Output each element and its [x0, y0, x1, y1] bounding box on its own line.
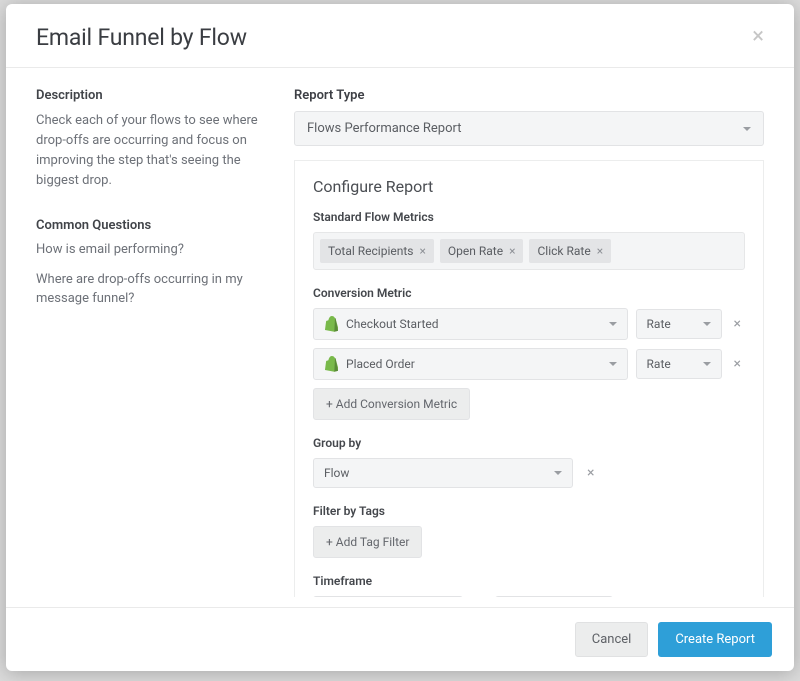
metric-tag: Open Rate × — [440, 239, 524, 263]
shopify-icon — [324, 356, 338, 372]
timeframe-label: Timeframe — [313, 574, 745, 588]
chevron-down-icon — [609, 362, 617, 366]
conversion-type-value: Rate — [647, 357, 671, 371]
conversion-type-select[interactable]: Rate — [636, 349, 722, 379]
remove-tag-icon[interactable]: × — [509, 245, 515, 257]
conversion-metric-value: Placed Order — [346, 357, 415, 371]
report-type-value: Flows Performance Report — [307, 121, 461, 136]
timeframe-select[interactable]: Sent Last Week — [313, 596, 463, 597]
timeframe-row: Sent Last Week by Entire Range — [313, 596, 745, 597]
configure-report-panel: Configure Report Standard Flow Metrics T… — [294, 160, 764, 597]
common-question-item: How is email performing? — [36, 241, 264, 260]
remove-tag-icon[interactable]: × — [597, 245, 603, 257]
modal-footer: Cancel Create Report — [6, 607, 794, 671]
chevron-down-icon — [743, 127, 751, 131]
report-type-select[interactable]: Flows Performance Report — [294, 111, 764, 146]
add-tag-filter-button[interactable]: + Add Tag Filter — [313, 526, 422, 558]
right-column: Report Type Flows Performance Report Con… — [294, 88, 764, 597]
metric-tag-label: Open Rate — [448, 244, 503, 258]
remove-row-icon[interactable]: × — [730, 317, 745, 331]
standard-metrics-label: Standard Flow Metrics — [313, 210, 745, 224]
conversion-metric-select[interactable]: Checkout Started — [313, 308, 628, 340]
chevron-down-icon — [609, 322, 617, 326]
groupby-label: Group by — [313, 436, 745, 450]
chevron-down-icon — [554, 471, 562, 475]
report-type-label: Report Type — [294, 88, 764, 103]
standard-metrics-input[interactable]: Total Recipients × Open Rate × Click Rat… — [313, 232, 745, 270]
conversion-metric-row: Placed Order Rate × — [313, 348, 745, 380]
configure-heading: Configure Report — [313, 177, 745, 196]
create-report-button[interactable]: Create Report — [658, 622, 772, 657]
remove-groupby-icon[interactable]: × — [583, 466, 598, 480]
modal-title: Email Funnel by Flow — [36, 24, 247, 51]
chevron-down-icon — [703, 362, 711, 366]
conversion-type-value: Rate — [647, 317, 671, 331]
cancel-button[interactable]: Cancel — [575, 622, 649, 657]
conversion-metric-label: Conversion Metric — [313, 286, 745, 300]
description-text: Check each of your flows to see where dr… — [36, 111, 264, 192]
conversion-type-select[interactable]: Rate — [636, 309, 722, 339]
conversion-metric-row: Checkout Started Rate × — [313, 308, 745, 340]
metric-tag: Total Recipients × — [320, 239, 434, 263]
common-question-item: Where are drop-offs occurring in my mess… — [36, 271, 264, 309]
filter-by-tags-label: Filter by Tags — [313, 504, 745, 518]
metric-tag-label: Total Recipients — [328, 244, 414, 258]
remove-tag-icon[interactable]: × — [420, 245, 426, 257]
timeframe-range-select[interactable]: Entire Range — [495, 596, 613, 597]
common-questions-heading: Common Questions — [36, 218, 264, 233]
shopify-icon — [324, 316, 338, 332]
remove-row-icon[interactable]: × — [730, 357, 745, 371]
modal-header: Email Funnel by Flow × — [6, 4, 794, 68]
modal-body: Description Check each of your flows to … — [6, 68, 794, 607]
description-heading: Description — [36, 88, 264, 103]
groupby-row: Flow × — [313, 458, 745, 488]
conversion-metric-value: Checkout Started — [346, 317, 439, 331]
metric-tag: Click Rate × — [529, 239, 611, 263]
conversion-metric-select[interactable]: Placed Order — [313, 348, 628, 380]
metric-tag-label: Click Rate — [537, 244, 590, 258]
groupby-value: Flow — [324, 466, 349, 480]
modal: Email Funnel by Flow × Description Check… — [6, 4, 794, 671]
close-icon[interactable]: × — [752, 24, 764, 48]
add-conversion-metric-button[interactable]: + Add Conversion Metric — [313, 388, 470, 420]
groupby-select[interactable]: Flow — [313, 458, 573, 488]
left-column: Description Check each of your flows to … — [36, 88, 264, 597]
chevron-down-icon — [703, 322, 711, 326]
